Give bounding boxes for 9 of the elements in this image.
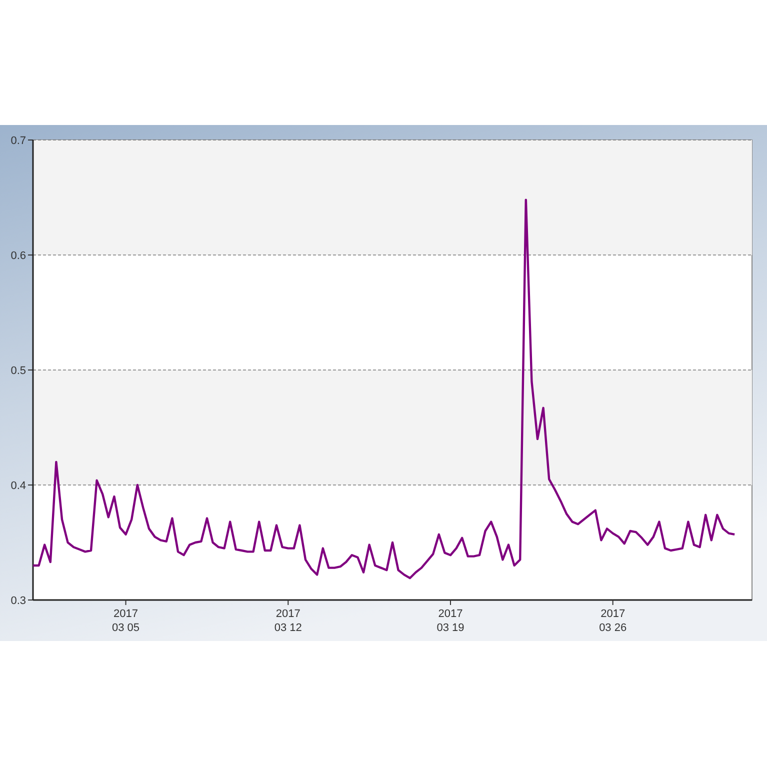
axis-label: 0.4 xyxy=(10,480,26,492)
axis-label: 0.3 xyxy=(10,595,26,607)
axis-label: 2017 03 12 xyxy=(274,608,302,634)
axis-label: 2017 03 26 xyxy=(599,608,627,634)
axis-label: 0.5 xyxy=(10,365,26,377)
axis-label: 0.7 xyxy=(10,135,26,147)
axis-label: 0.6 xyxy=(10,250,26,262)
axis-label: 2017 03 05 xyxy=(112,608,140,634)
axis-label: 2017 03 19 xyxy=(436,608,464,634)
